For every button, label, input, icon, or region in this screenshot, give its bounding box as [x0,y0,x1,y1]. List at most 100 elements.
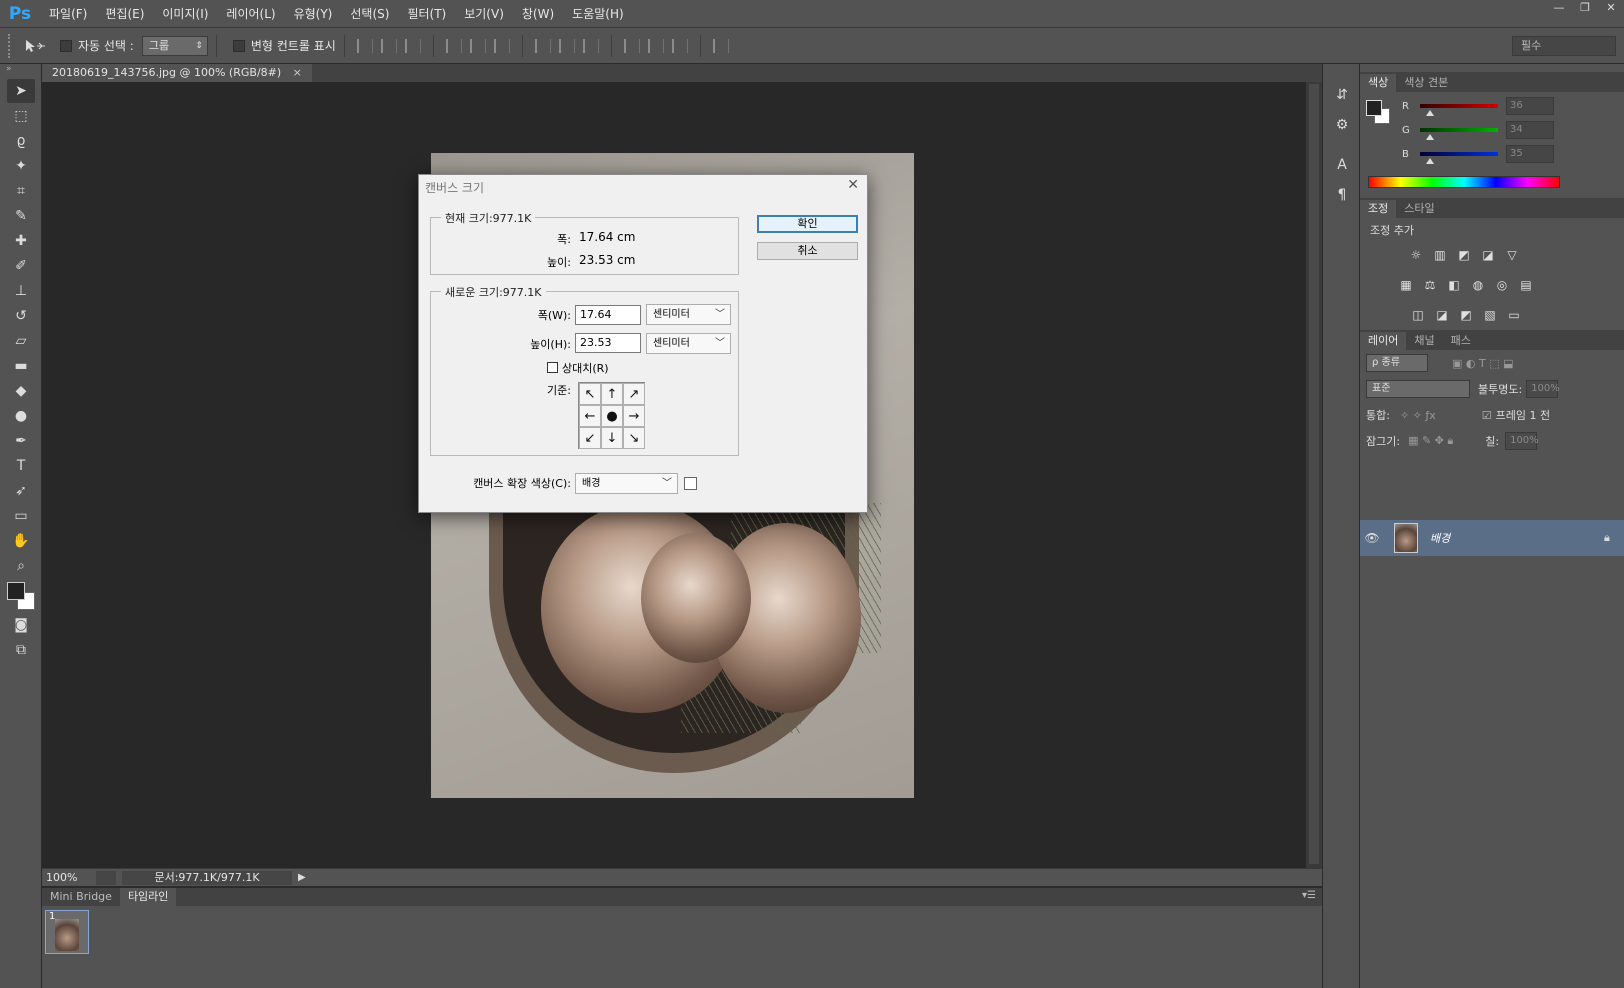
tab-color[interactable]: 색상 [1360,74,1397,92]
gradient-tool-icon[interactable]: ▬ [7,354,35,378]
menu-layer[interactable]: 레이어(L) [217,0,284,28]
align-hcenter-icon[interactable] [469,38,486,53]
tab-swatches[interactable]: 색상 견본 [1396,74,1456,92]
scrollbar-thumb[interactable] [1309,84,1319,864]
character-panel-icon[interactable]: A [1329,154,1355,176]
menu-window[interactable]: 창(W) [513,0,563,28]
vibrance-icon[interactable]: ▽ [1501,244,1523,266]
green-value-field[interactable]: 34 [1506,121,1554,139]
auto-select-checkbox[interactable] [60,39,72,52]
type-tool-icon[interactable]: T [7,454,35,478]
menu-file[interactable]: 파일(F) [40,0,96,28]
menu-view[interactable]: 보기(V) [455,0,513,28]
relative-checkbox[interactable] [547,362,558,373]
healing-brush-tool-icon[interactable]: ✚ [7,229,35,253]
history-panel-icon[interactable]: ⇵ [1329,84,1355,106]
color-fg-swatch[interactable] [1366,100,1382,116]
lock-icons[interactable]: ▦ ✎ ✥ 🔒︎ [1408,434,1453,448]
align-right-icon[interactable] [493,38,510,53]
anchor-right[interactable]: → [623,405,645,427]
panel-menu-icon[interactable]: ▾☰ [1302,890,1316,901]
tab-styles[interactable]: 스타일 [1396,200,1442,218]
color-swatches[interactable] [7,582,37,612]
align-left-icon[interactable] [445,38,462,53]
menu-help[interactable]: 도움말(H) [563,0,633,28]
layer-name[interactable]: 배경 [1430,530,1604,546]
eyedropper-tool-icon[interactable]: ✎ [7,204,35,228]
status-info-icon[interactable] [96,870,116,885]
anchor-left[interactable]: ← [579,405,601,427]
lasso-tool-icon[interactable]: ϱ [7,129,35,153]
move-tool-preset-icon[interactable] [18,34,52,58]
move-tool-icon[interactable]: ➤ [7,79,35,103]
layer-filter-icons[interactable]: ▣ ◐ T ⬚ ⬓ [1452,357,1513,370]
zoom-tool-icon[interactable]: ⌕ [7,554,35,578]
tab-mini-bridge[interactable]: Mini Bridge [42,888,120,906]
screen-mode-icon[interactable]: ⧉ [7,638,35,662]
channel-mixer-icon[interactable]: ◎ [1491,274,1513,296]
distribute-right-icon[interactable] [671,38,688,53]
red-value-field[interactable]: 36 [1506,97,1554,115]
gradient-map-icon[interactable]: ▭ [1503,304,1525,326]
curves-icon[interactable]: ◩ [1453,244,1475,266]
menu-filter[interactable]: 필터(T) [398,0,455,28]
propagate-frame-checkbox[interactable]: ☑ [1482,409,1492,422]
new-height-input[interactable]: 23.53 [575,333,641,353]
menu-select[interactable]: 선택(S) [341,0,398,28]
distribute-left-icon[interactable] [623,38,640,53]
anchor-top-left[interactable]: ↖ [579,383,601,405]
minimize-button[interactable]: — [1546,0,1572,18]
posterize-icon[interactable]: ◪ [1431,304,1453,326]
layer-filter-kind[interactable]: ρ 종류 [1366,354,1428,372]
blue-slider[interactable] [1420,152,1498,164]
exposure-icon[interactable]: ◪ [1477,244,1499,266]
blend-mode-select[interactable]: 표준 [1366,380,1470,398]
timeline-frame[interactable]: 1 [45,910,89,954]
align-top-icon[interactable] [356,38,373,53]
blur-tool-icon[interactable]: ◆ [7,379,35,403]
anchor-center[interactable]: ● [601,405,623,427]
width-unit-select[interactable]: 센티미터 [646,304,731,325]
color-lookup-icon[interactable]: ▤ [1515,274,1537,296]
new-width-input[interactable]: 17.64 [575,305,641,325]
crop-tool-icon[interactable]: ⌗ [7,179,35,203]
dialog-close-icon[interactable]: ✕ [847,177,859,193]
invert-icon[interactable]: ◫ [1407,304,1429,326]
anchor-bottom-left[interactable]: ↙ [579,427,601,449]
show-transform-checkbox[interactable] [232,39,245,52]
selective-color-icon[interactable]: ▧ [1479,304,1501,326]
menu-type[interactable]: 유형(Y) [285,0,342,28]
distribute-hcenter-icon[interactable] [647,38,664,53]
color-balance-icon[interactable]: ⚖ [1419,274,1441,296]
rectangle-tool-icon[interactable]: ▭ [7,504,35,528]
anchor-top-right[interactable]: ↗ [623,383,645,405]
dodge-tool-icon[interactable]: ● [7,404,35,428]
visibility-eye-icon[interactable]: 👁︎ [1360,531,1384,545]
cancel-button[interactable]: 취소 [757,242,858,260]
fill-field[interactable]: 100% [1505,432,1539,450]
menu-edit[interactable]: 편집(E) [96,0,153,28]
photo-filter-icon[interactable]: ◍ [1467,274,1489,296]
opacity-field[interactable]: 100% [1526,380,1560,398]
height-unit-select[interactable]: 센티미터 [646,333,731,354]
anchor-bottom[interactable]: ↓ [601,427,623,449]
eraser-tool-icon[interactable]: ▱ [7,329,35,353]
hand-tool-icon[interactable]: ✋ [7,529,35,553]
tab-adjustments[interactable]: 조정 [1360,200,1397,218]
extension-color-select[interactable]: 배경 [575,473,678,494]
zoom-level[interactable]: 100% [42,871,90,884]
threshold-icon[interactable]: ◩ [1455,304,1477,326]
anchor-bottom-right[interactable]: ↘ [623,427,645,449]
red-slider[interactable] [1420,104,1498,116]
tab-channels[interactable]: 채널 [1406,332,1442,350]
clone-stamp-tool-icon[interactable]: ⊥ [7,279,35,303]
distribute-top-icon[interactable] [534,38,551,53]
distribute-bottom-icon[interactable] [582,38,599,53]
restore-button[interactable]: ❐ [1572,0,1598,18]
workspace-select[interactable]: 필수 [1512,36,1616,56]
align-vcenter-icon[interactable] [380,38,397,53]
ok-button[interactable]: 확인 [757,215,858,233]
paragraph-panel-icon[interactable]: ¶ [1329,184,1355,206]
path-selection-tool-icon[interactable]: ➶ [7,479,35,503]
distribute-vcenter-icon[interactable] [558,38,575,53]
